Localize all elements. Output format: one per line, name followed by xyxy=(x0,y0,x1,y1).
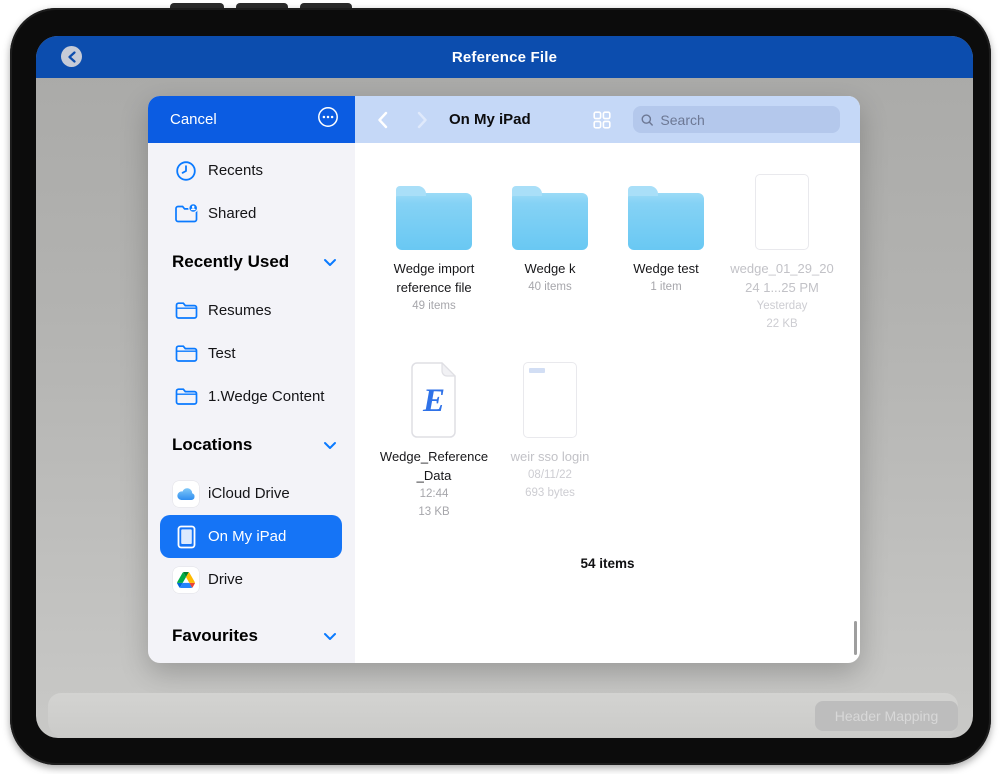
sidebar-item-wedge-content[interactable]: 1.Wedge Content xyxy=(160,375,342,418)
file-item-wedge-k[interactable]: Wedge k 40 items xyxy=(492,172,608,360)
nav-back-icon[interactable] xyxy=(375,111,389,129)
chevron-down-icon xyxy=(323,258,337,267)
file-meta: 08/11/22 xyxy=(528,466,572,484)
file-name: Wedge test xyxy=(633,259,699,278)
sidebar-item-label: iCloud Drive xyxy=(208,485,290,502)
folder-icon xyxy=(170,301,202,320)
chevron-left-icon xyxy=(67,51,77,63)
sidebar-item-label: Resumes xyxy=(208,302,271,319)
file-item-wedge-test[interactable]: Wedge test 1 item xyxy=(608,172,724,360)
grid-view-icon[interactable] xyxy=(593,111,611,129)
folder-icon xyxy=(170,387,202,406)
file-name: wedge_01_29_2024 1...25 PM xyxy=(727,259,837,297)
file-meta: 12:44 xyxy=(420,485,449,503)
items-count: 54 items xyxy=(355,556,860,571)
file-item-weir-sso-login: weir sso login 08/11/22 693 bytes xyxy=(492,360,608,548)
sidebar-item-label: Test xyxy=(208,345,236,362)
file-name: Wedge import reference file xyxy=(379,259,489,297)
excel-document-icon: E xyxy=(407,362,461,438)
folder-icon xyxy=(396,193,472,250)
file-item-wedge-reference-data[interactable]: E Wedge_Reference_Data 12:44 13 KB xyxy=(376,360,492,548)
page-title: Reference File xyxy=(452,49,557,66)
icloud-drive-icon xyxy=(170,481,202,507)
file-name: Wedge k xyxy=(524,259,575,278)
app-navbar: Reference File xyxy=(36,36,973,78)
google-drive-icon xyxy=(170,567,202,593)
file-meta: 49 items xyxy=(412,297,455,315)
file-browser-main: On My iPad xyxy=(355,96,860,663)
file-name: Wedge_Reference_Data xyxy=(379,447,489,485)
ellipsis-circle-icon[interactable] xyxy=(317,106,339,133)
screen: Reference File Cancel xyxy=(36,36,973,738)
sidebar: Cancel xyxy=(148,96,355,663)
ipad-bezel: Reference File Cancel xyxy=(10,8,991,765)
file-item-wedge-import[interactable]: Wedge import reference file 49 items xyxy=(376,172,492,360)
browser-toolbar: On My iPad xyxy=(355,96,860,143)
scrollbar[interactable] xyxy=(854,621,857,655)
search-field[interactable] xyxy=(633,106,840,133)
file-grid: Wedge import reference file 49 items Wed… xyxy=(355,143,860,548)
file-meta: 693 bytes xyxy=(525,484,575,502)
section-recently-used[interactable]: Recently Used xyxy=(148,235,355,289)
file-meta: Yesterday xyxy=(757,297,808,315)
shared-folder-icon xyxy=(170,203,202,224)
folder-icon xyxy=(628,193,704,250)
file-meta: 22 KB xyxy=(766,315,797,333)
file-meta: 13 KB xyxy=(418,503,449,521)
sidebar-item-recents[interactable]: Recents xyxy=(160,149,342,192)
sidebar-item-label: On My iPad xyxy=(208,528,286,545)
back-button[interactable] xyxy=(61,46,82,67)
sidebar-item-shared[interactable]: Shared xyxy=(160,192,342,235)
page: Reference File Cancel xyxy=(0,0,1000,774)
section-title: Locations xyxy=(172,435,252,455)
sidebar-item-on-my-ipad[interactable]: On My iPad xyxy=(160,515,342,558)
header-mapping-button[interactable]: Header Mapping xyxy=(815,701,958,731)
underlying-app-toolbar: Header Mapping xyxy=(48,693,958,737)
ipad-icon xyxy=(170,525,202,549)
file-name: weir sso login xyxy=(511,447,590,466)
document-icon xyxy=(523,362,577,438)
sidebar-item-test[interactable]: Test xyxy=(160,332,342,375)
sidebar-item-resumes[interactable]: Resumes xyxy=(160,289,342,332)
section-title: Favourites xyxy=(172,626,258,646)
cancel-button[interactable]: Cancel xyxy=(170,111,217,128)
clock-icon xyxy=(170,160,202,182)
search-icon xyxy=(641,113,653,127)
sidebar-header: Cancel xyxy=(148,96,355,143)
sidebar-item-label: 1.Wedge Content xyxy=(208,388,324,405)
location-title: On My iPad xyxy=(449,111,531,128)
section-title: Recently Used xyxy=(172,252,289,272)
sidebar-item-label: Drive xyxy=(208,571,243,588)
svg-text:E: E xyxy=(422,383,445,419)
folder-icon xyxy=(170,344,202,363)
sidebar-list: Recents Shared xyxy=(148,143,355,663)
sidebar-item-label: Recents xyxy=(208,162,263,179)
sidebar-item-icloud-drive[interactable]: iCloud Drive xyxy=(160,472,342,515)
sidebar-item-label: Shared xyxy=(208,205,256,222)
file-item-wedge-pdf: wedge_01_29_2024 1...25 PM Yesterday 22 … xyxy=(724,172,840,360)
nav-forward-icon[interactable] xyxy=(415,111,429,129)
file-picker-sheet: Cancel xyxy=(148,96,860,663)
chevron-down-icon xyxy=(323,632,337,641)
chevron-down-icon xyxy=(323,441,337,450)
section-locations[interactable]: Locations xyxy=(148,418,355,472)
section-favourites[interactable]: Favourites xyxy=(148,609,355,663)
file-meta: 40 items xyxy=(528,278,571,296)
file-meta: 1 item xyxy=(650,278,681,296)
search-input[interactable] xyxy=(658,111,832,129)
sidebar-item-drive[interactable]: Drive xyxy=(160,558,342,601)
folder-icon xyxy=(512,193,588,250)
document-icon xyxy=(755,174,809,250)
